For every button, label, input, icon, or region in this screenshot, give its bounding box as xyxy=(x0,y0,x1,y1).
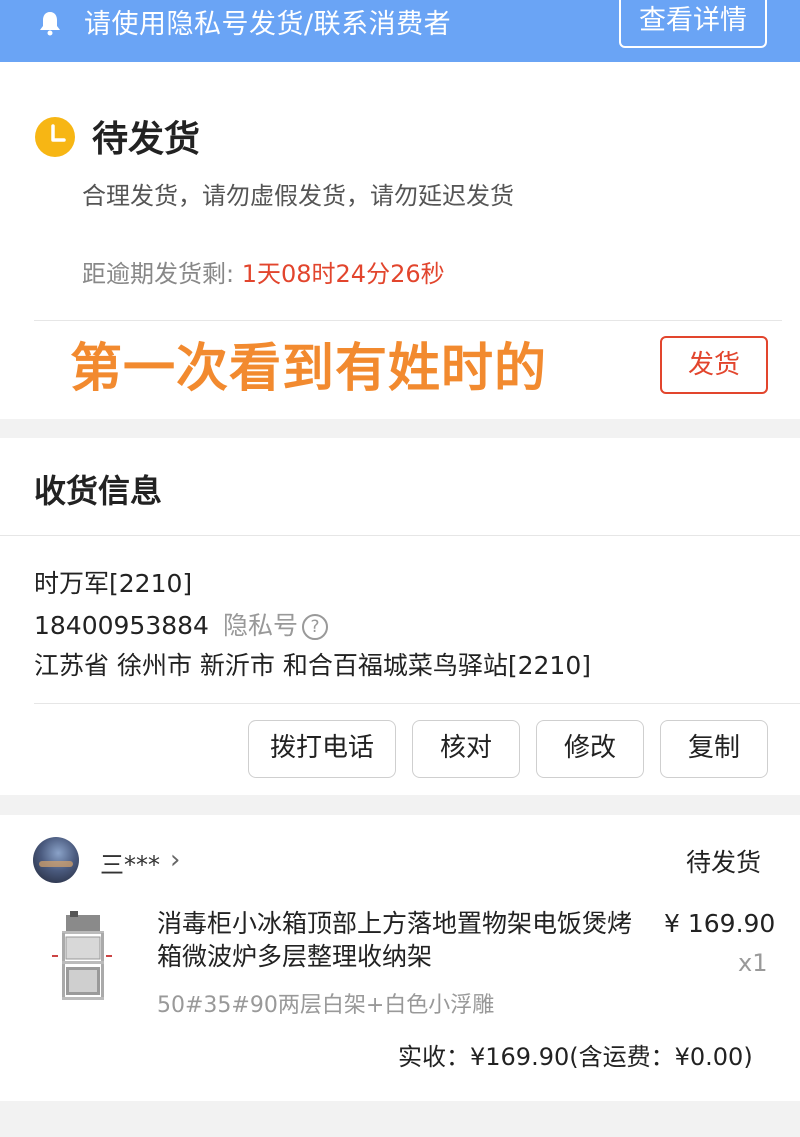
page-bottom xyxy=(0,1101,800,1137)
product-price: ¥ 169.90 xyxy=(664,909,776,938)
privacy-number-label: 隐私号 xyxy=(222,611,298,640)
chevron-right-icon[interactable]: › xyxy=(170,845,180,875)
deadline-countdown: 1天08时24分26秒 xyxy=(241,260,445,288)
order-total: 实收：¥169.90(含运费：¥0.00) xyxy=(398,1043,753,1071)
divider xyxy=(34,320,782,321)
copy-button[interactable]: 复制 xyxy=(660,720,768,778)
product-quantity: x1 xyxy=(738,949,768,977)
recipient-phone: 18400953884 xyxy=(34,611,209,640)
deadline-label: 距逾期发货剩: xyxy=(82,260,235,288)
divider xyxy=(0,535,800,536)
product-thumbnail[interactable] xyxy=(44,911,118,1005)
status-title: 待发货 xyxy=(92,119,201,160)
call-button[interactable]: 拨打电话 xyxy=(248,720,396,778)
view-details-button[interactable]: 查看详情 xyxy=(619,0,767,48)
order-status-label: 待发货 xyxy=(686,848,762,877)
banner-text: 请使用隐私号发货/联系消费者 xyxy=(84,9,452,40)
recipient-address: 江苏省 徐州市 新沂市 和合百福城菜鸟驿站[2210] xyxy=(34,651,591,680)
overlay-caption: 第一次看到有姓时的 xyxy=(70,339,548,399)
product-title[interactable]: 消毒柜小冰箱顶部上方落地置物架电饭煲烤箱微波炉多层整理收纳架 xyxy=(157,907,647,973)
status-description: 合理发货，请勿虚假发货，请勿延迟发货 xyxy=(82,182,514,210)
bell-icon xyxy=(40,12,60,36)
order-status-card: 待发货 合理发货，请勿虚假发货，请勿延迟发货 距逾期发货剩: 1天08时24分2… xyxy=(0,62,800,419)
clock-icon xyxy=(35,117,75,157)
buyer-name[interactable]: 三*** xyxy=(100,845,160,880)
product-sku: 50#35#90两层白架+白色小浮雕 xyxy=(157,993,495,1018)
divider xyxy=(34,703,800,704)
edit-button[interactable]: 修改 xyxy=(536,720,644,778)
shipping-deadline: 距逾期发货剩: 1天08时24分26秒 xyxy=(82,254,445,289)
privacy-notice-banner: 请使用隐私号发货/联系消费者 查看详情 xyxy=(0,0,800,62)
verify-button[interactable]: 核对 xyxy=(412,720,520,778)
recipient-name: 时万军[2210] xyxy=(34,569,193,598)
help-icon[interactable]: ? xyxy=(301,614,328,640)
order-item-card: 三*** › 待发货 消毒柜小冰箱顶部上方落地置物架电饭煲烤箱微波炉多层整理收纳… xyxy=(0,815,800,1101)
avatar[interactable] xyxy=(33,837,79,883)
shipping-info-card: 收货信息 时万军[2210] 18400953884 隐私号? 江苏省 徐州市 新… xyxy=(0,438,800,795)
ship-button[interactable]: 发货 xyxy=(660,336,768,394)
section-title: 收货信息 xyxy=(34,472,163,510)
recipient-phone-row: 18400953884 隐私号? xyxy=(34,606,328,642)
